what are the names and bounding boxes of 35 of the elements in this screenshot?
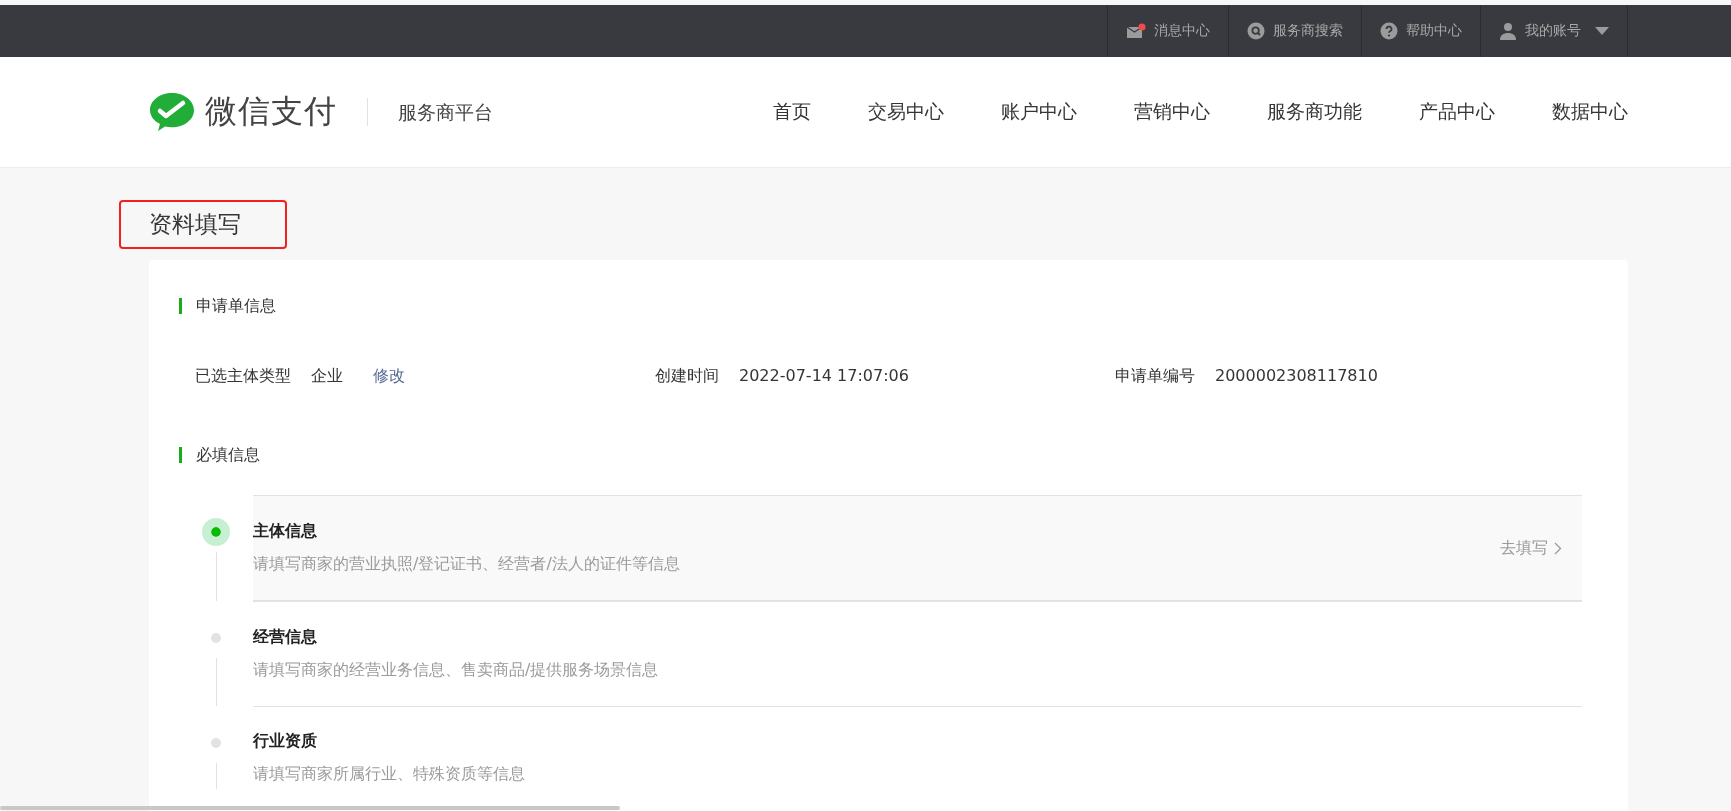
field-label: 创建时间 [655,366,719,387]
step-row[interactable]: 经营信息 请填写商家的经营业务信息、售卖商品/提供服务场景信息 [253,601,1582,706]
chevron-icon [1554,541,1562,555]
step-description: 请填写商家所属行业、特殊资质等信息 [253,764,526,785]
caret-icon [1595,27,1609,35]
nav-link[interactable]: 交易中心 [868,99,944,125]
field-value: 2000002308117810 [1215,366,1378,387]
nav-link[interactable]: 产品中心 [1419,99,1495,125]
edit-link[interactable]: 修改 [373,366,405,387]
step-title: 经营信息 [253,627,318,648]
logo-icon [149,91,195,133]
step-title: 行业资质 [253,731,318,752]
platform-name: 服务商平台 [367,98,493,126]
field-label: 已选主体类型 [195,366,291,387]
step-description: 请填写商家的营业执照/登记证书、经营者/法人的证件等信息 [253,554,681,575]
brand-name: 微信支付 [205,91,337,132]
nav-link[interactable]: 数据中心 [1552,99,1628,125]
section-title: 申请单信息 [179,298,1582,314]
search-icon [1247,22,1265,40]
step-description: 请填写商家的经营业务信息、售卖商品/提供服务场景信息 [253,660,660,681]
help-icon [1380,22,1398,40]
step-title: 主体信息 [253,521,318,542]
user-icon [1499,22,1517,40]
nav-link[interactable]: 营销中心 [1134,99,1210,125]
page-title: 资料填写 [149,210,241,239]
step-row[interactable]: 主体信息 请填写商家的营业执照/登记证书、经营者/法人的证件等信息 去填写 [253,495,1582,601]
nav-link[interactable]: 服务商功能 [1267,99,1362,125]
section-title: 必填信息 [179,447,1582,463]
field-value: 2022-07-14 17:07:06 [739,366,909,387]
field-label: 申请单编号 [1115,366,1195,387]
field-value: 企业 [311,366,343,387]
nav-link[interactable]: 首页 [773,99,811,125]
scrollbar[interactable] [0,806,620,810]
nav-link[interactable]: 账户中心 [1001,99,1077,125]
step-row[interactable]: 行业资质 请填写商家所属行业、特殊资质等信息 [253,706,1582,789]
